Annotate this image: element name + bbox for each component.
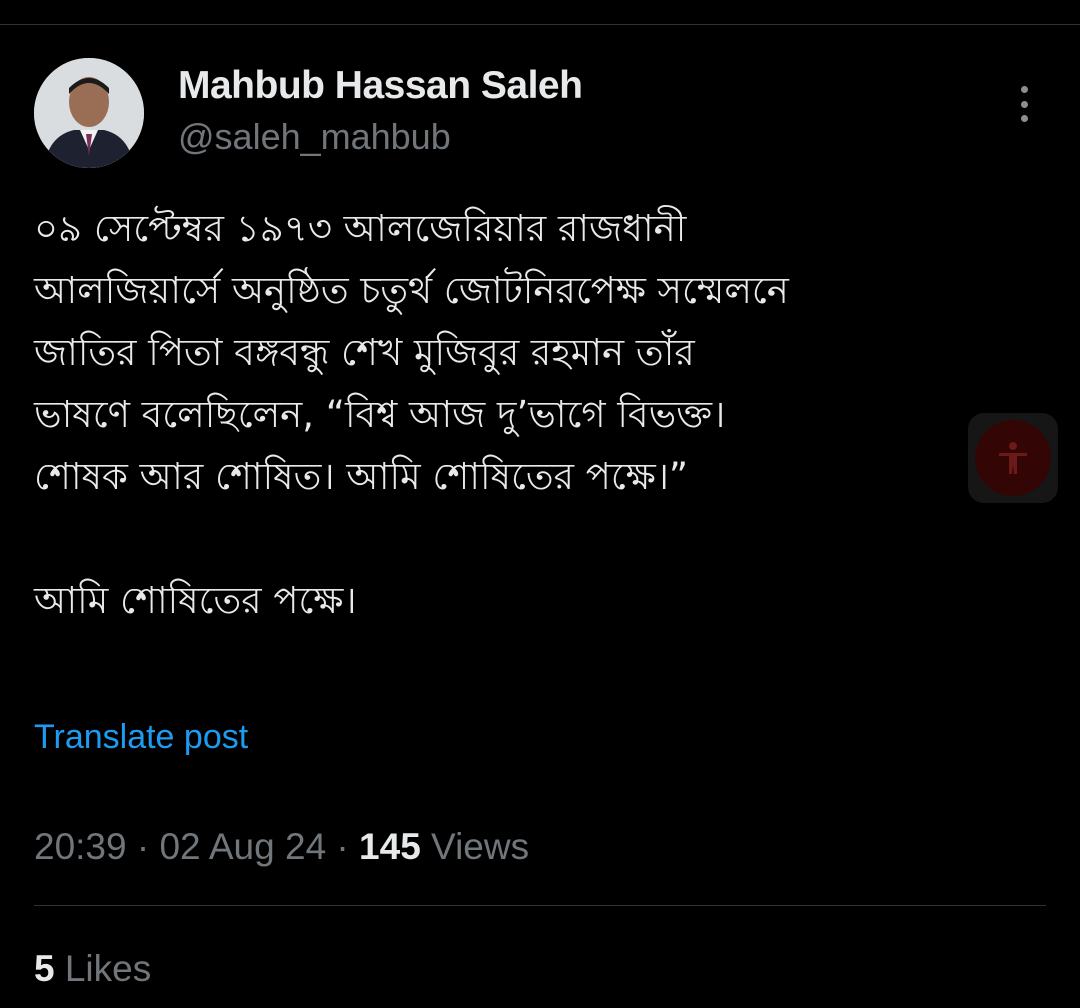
post-text-line: আলজিয়ার্সে অনুষ্ঠিত চতুর্থ জোটনিরপেক্ষ …	[34, 269, 789, 312]
post-text: ০৯ সেপ্টেম্বর ১৯৭৩ আলজেরিয়ার রাজধানী আল…	[34, 198, 1034, 632]
more-vertical-icon	[1020, 86, 1028, 93]
avatar-image	[34, 58, 144, 168]
accessibility-button[interactable]	[968, 413, 1058, 503]
post-text-blank-line	[34, 508, 1034, 570]
accessibility-icon	[999, 442, 1027, 474]
more-options-button[interactable]	[1008, 82, 1040, 126]
post-date[interactable]: 02 Aug 24	[159, 826, 326, 867]
views-label: Views	[420, 826, 530, 867]
author-name[interactable]: Mahbub Hassan Saleh	[178, 64, 583, 108]
post-text-line: ০৯ সেপ্টেম্বর ১৯৭৩ আলজেরিয়ার রাজধানী	[34, 207, 687, 250]
post-text-line: আমি শোষিতের পক্ষে।	[34, 579, 357, 622]
post-text-line: জাতির পিতা বঙ্গবন্ধু শেখ মুজিবুর রহমান ত…	[34, 331, 695, 374]
likes-label: Likes	[54, 948, 152, 989]
likes-link[interactable]: 5 Likes	[34, 948, 151, 990]
avatar[interactable]	[34, 58, 144, 168]
section-divider	[34, 905, 1046, 906]
post-time[interactable]: 20:39	[34, 826, 127, 867]
post-meta: 20:39 · 02 Aug 24 · 145 Views	[34, 826, 529, 868]
meta-separator: ·	[326, 826, 360, 867]
post-text-line: ভাষণে বলেছিলেন, “বিশ্ব আজ দু’ভাগে বিভক্ত…	[34, 393, 726, 436]
meta-separator: ·	[126, 826, 160, 867]
likes-count: 5	[34, 948, 55, 989]
post-text-line: শোষক আর শোষিত। আমি শোষিতের পক্ষে।”	[34, 455, 689, 498]
top-divider	[0, 24, 1080, 25]
views-count: 145	[359, 826, 421, 867]
author-handle[interactable]: @saleh_mahbub	[178, 116, 451, 158]
translate-post-link[interactable]: Translate post	[34, 718, 248, 757]
